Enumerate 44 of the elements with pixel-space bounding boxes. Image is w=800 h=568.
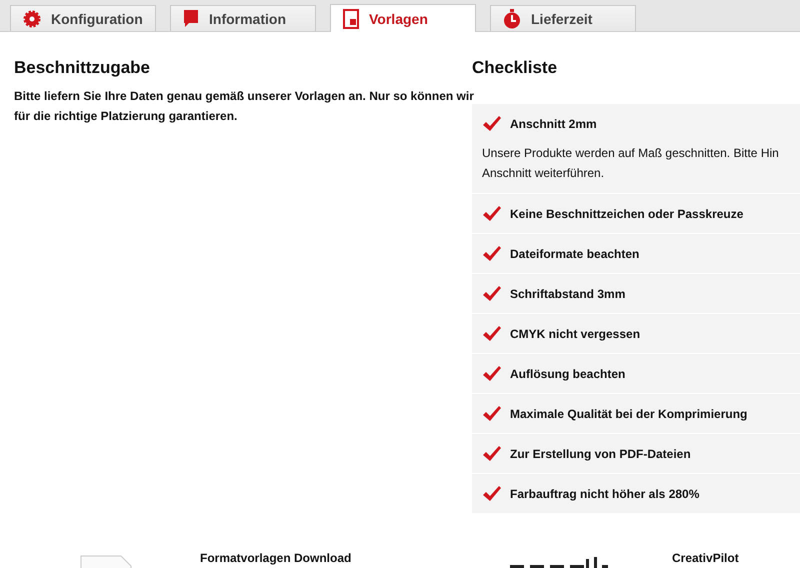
checklist-label: CMYK nicht vergessen (510, 326, 640, 340)
tab[interactable]: Vorlagen (330, 4, 476, 32)
checklist-label: Auflösung beachten (510, 366, 626, 380)
intro-text: Bitte liefern Sie Ihre Daten genau gemäß unserer Vorlagen an. Nur so können wir für die richtige Platzierung garantieren. (14, 88, 474, 125)
checkmark-icon (482, 324, 502, 342)
checkmark-icon (482, 244, 502, 262)
download-title[interactable]: CreativPilot (672, 551, 739, 568)
checkmark-icon (482, 204, 502, 222)
file-icon (80, 555, 132, 568)
checklist-label: Dateiformate beachten (510, 246, 640, 260)
checklist-item[interactable]: Zur Erstellung von PDF-Dateien (472, 434, 800, 473)
logo-icon (510, 557, 608, 568)
checklist-label: Anschnitt 2mm (510, 116, 597, 130)
checklist-text: Anschnitt weiterführen. (481, 165, 606, 182)
download-title[interactable]: Formatvorlagen Download (200, 551, 352, 568)
checklist-item[interactable]: Schriftabstand 3mm (472, 274, 800, 313)
checklist-item[interactable]: CMYK nicht vergessen (472, 314, 800, 353)
checklist-item[interactable]: Dateiformate beachten (472, 234, 800, 273)
tab[interactable]: Konfiguration (10, 5, 156, 31)
checkmark-icon (482, 364, 502, 382)
checkmark-icon (482, 444, 502, 462)
checklist-item[interactable]: Keine Beschnittzeichen oder Passkreuze (472, 194, 800, 233)
checkmark-icon (482, 284, 502, 302)
checklist-item[interactable]: Anschnitt 2mm Unsere Produkte werden auf Maß geschnitten. Bitte Hin Anschnitt weiterführen. (472, 104, 800, 193)
checklist-text: Unsere Produkte werden auf Maß geschnitten. Bitte Hin (481, 145, 780, 162)
checklist-label: Zur Erstellung von PDF-Dateien (510, 446, 691, 460)
tab[interactable]: Lieferzeit (490, 5, 636, 31)
checklist-label: Maximale Qualität bei der Komprimierung (510, 406, 748, 420)
gear-icon (23, 10, 41, 28)
section-heading: Checkliste (472, 58, 558, 78)
checklist-item[interactable]: Farbauftrag nicht höher als 280% (472, 474, 800, 513)
checklist-item[interactable]: Maximale Qualität bei der Komprimierung (472, 394, 800, 433)
checkmark-icon (482, 114, 502, 132)
checklist-label: Keine Beschnittzeichen oder Passkreuze (510, 206, 744, 220)
checkmark-icon (482, 404, 502, 422)
checkmark-icon (482, 484, 502, 502)
tab[interactable]: Information (170, 5, 316, 31)
checklist-label: Farbauftrag nicht höher als 280% (510, 486, 700, 500)
stopwatch-icon (503, 8, 521, 28)
page-icon (343, 8, 359, 28)
checklist-label: Schriftabstand 3mm (510, 286, 626, 300)
section-heading: Beschnittzugabe (14, 58, 152, 78)
speech-bubble-icon (183, 8, 199, 28)
checklist-item[interactable]: Auflösung beachten (472, 354, 800, 393)
